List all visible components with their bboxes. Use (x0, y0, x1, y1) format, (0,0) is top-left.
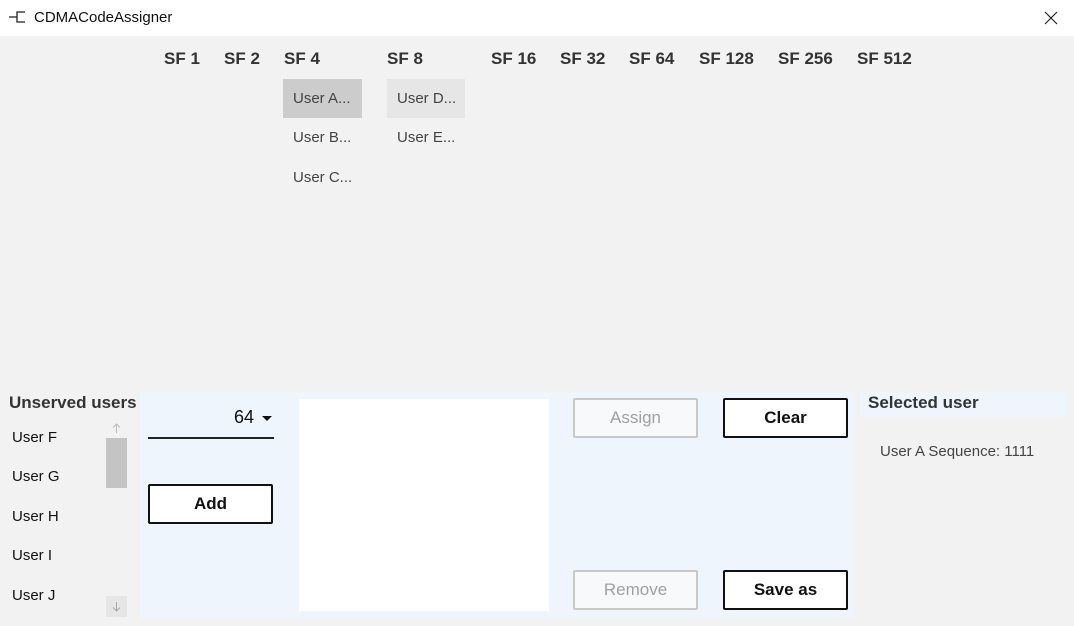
title-bar: CDMACodeAssigner (0, 0, 1074, 36)
scroll-down-button[interactable] (106, 596, 127, 617)
sf-header-512: SF 512 (857, 49, 912, 68)
user-chip-b[interactable]: User B... (283, 118, 362, 157)
sf-select-dropdown[interactable]: 64 (148, 399, 274, 439)
unserved-scrollbar[interactable] (106, 417, 127, 617)
chevron-down-icon (262, 416, 272, 421)
arrow-down-icon (112, 601, 121, 612)
clear-button[interactable]: Clear (723, 398, 848, 438)
user-chip-d[interactable]: User D... (387, 79, 465, 118)
close-icon (1044, 11, 1058, 25)
user-text-box[interactable] (299, 399, 549, 611)
scroll-thumb[interactable] (106, 438, 127, 488)
arrow-up-icon (112, 422, 121, 433)
sf-header-16: SF 16 (491, 49, 537, 68)
sf-header-32: SF 32 (560, 49, 606, 68)
unserved-user-f[interactable]: User F (12, 429, 57, 446)
close-button[interactable] (1028, 0, 1074, 36)
user-chip-e[interactable]: User E... (387, 118, 465, 157)
unserved-user-g[interactable]: User G (12, 468, 60, 485)
sf-header-4: SF 4 (284, 49, 320, 68)
unserved-user-i[interactable]: User I (12, 547, 52, 564)
sf-header-256: SF 256 (778, 49, 833, 68)
add-button[interactable]: Add (148, 484, 273, 524)
selected-user-detail: User A Sequence: 1111 (880, 443, 1035, 460)
unserved-user-h[interactable]: User H (12, 508, 59, 525)
app-icon (9, 11, 25, 23)
unserved-users-title: Unserved users (9, 393, 137, 412)
sf-header-8: SF 8 (387, 49, 423, 68)
user-chip-c[interactable]: User C... (283, 158, 362, 197)
remove-button[interactable]: Remove (573, 570, 698, 610)
scroll-up-button[interactable] (106, 417, 127, 438)
assign-button[interactable]: Assign (573, 398, 698, 438)
sf-header-2: SF 2 (224, 49, 260, 68)
user-chip-a[interactable]: User A... (283, 79, 362, 118)
window-title: CDMACodeAssigner (34, 9, 173, 26)
unserved-user-j[interactable]: User J (12, 587, 55, 604)
sf-select-value: 64 (233, 407, 254, 427)
save-as-button[interactable]: Save as (723, 570, 848, 610)
sf-header-128: SF 128 (699, 49, 754, 68)
sf-header-64: SF 64 (629, 49, 675, 68)
sf-header-1: SF 1 (164, 49, 200, 68)
selected-user-title: Selected user (868, 393, 979, 412)
